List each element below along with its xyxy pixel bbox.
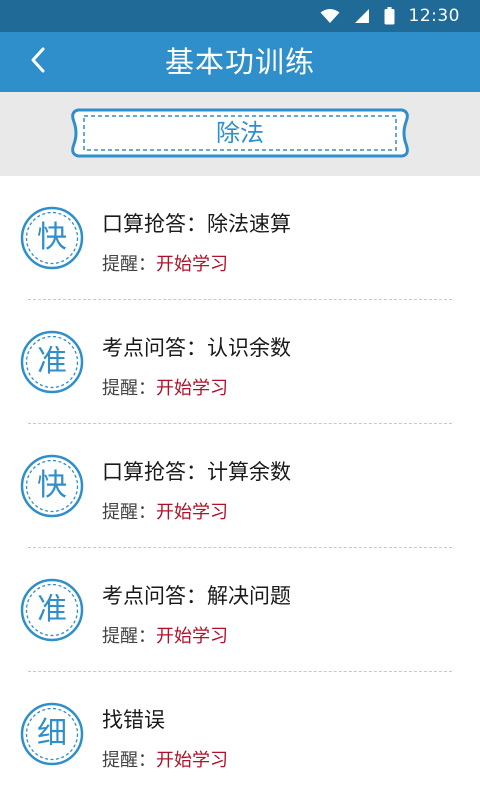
badge-char: 准	[37, 592, 67, 627]
start-learning-link[interactable]: 开始学习	[156, 378, 228, 399]
item-hint: 提醒：开始学习	[102, 746, 228, 772]
item-hint: 提醒：开始学习	[102, 374, 228, 400]
badge-char: 快	[37, 220, 67, 255]
start-learning-link[interactable]: 开始学习	[156, 626, 228, 647]
section-title: 除法	[216, 119, 264, 147]
badge-icon: 快	[20, 206, 84, 270]
list-item[interactable]: 快 口算抢答：除法速算 提醒：开始学习	[0, 176, 480, 300]
item-title: 考点问答：认识余数	[102, 336, 291, 360]
badge-char: 准	[37, 344, 67, 379]
badge-icon: 准	[20, 330, 84, 394]
battery-icon	[384, 7, 395, 25]
badge-icon: 细	[20, 702, 84, 766]
hint-label: 提醒：	[102, 378, 156, 399]
badge-char: 快	[37, 468, 67, 503]
list-item[interactable]: 准 考点问答：解决问题 提醒：开始学习	[0, 548, 480, 672]
item-title: 口算抢答：除法速算	[102, 212, 291, 236]
start-learning-link[interactable]: 开始学习	[156, 502, 228, 523]
item-hint: 提醒：开始学习	[102, 250, 228, 276]
hint-label: 提醒：	[102, 750, 156, 771]
status-bar: 12:30	[0, 0, 480, 32]
list-item[interactable]: 细 找错误 提醒：开始学习	[0, 672, 480, 796]
section-ribbon: 除法	[64, 108, 416, 158]
page-title: 基本功训练	[164, 45, 315, 79]
badge-icon: 快	[20, 454, 84, 518]
list-item[interactable]: 快 口算抢答：计算余数 提醒：开始学习	[0, 424, 480, 548]
item-title: 考点问答：解决问题	[102, 584, 291, 608]
hint-label: 提醒：	[102, 626, 156, 647]
badge-icon: 准	[20, 578, 84, 642]
start-learning-link[interactable]: 开始学习	[156, 254, 228, 275]
chevron-left-icon	[28, 46, 48, 78]
item-title: 口算抢答：计算余数	[102, 460, 291, 484]
hint-label: 提醒：	[102, 502, 156, 523]
training-list: 快 口算抢答：除法速算 提醒：开始学习 准 考点问答：认识余数 提醒：开始学习	[0, 176, 480, 796]
title-bar: 基本功训练	[0, 32, 480, 92]
section-header: 除法	[0, 92, 480, 176]
badge-char: 细	[37, 716, 67, 751]
list-item[interactable]: 准 考点问答：认识余数 提醒：开始学习	[0, 300, 480, 424]
back-button[interactable]	[14, 32, 62, 92]
item-hint: 提醒：开始学习	[102, 622, 228, 648]
hint-label: 提醒：	[102, 254, 156, 275]
item-hint: 提醒：开始学习	[102, 498, 228, 524]
signal-icon	[354, 8, 370, 24]
wifi-icon	[320, 8, 340, 24]
start-learning-link[interactable]: 开始学习	[156, 750, 228, 771]
item-title: 找错误	[102, 708, 165, 732]
status-time: 12:30	[408, 6, 460, 26]
